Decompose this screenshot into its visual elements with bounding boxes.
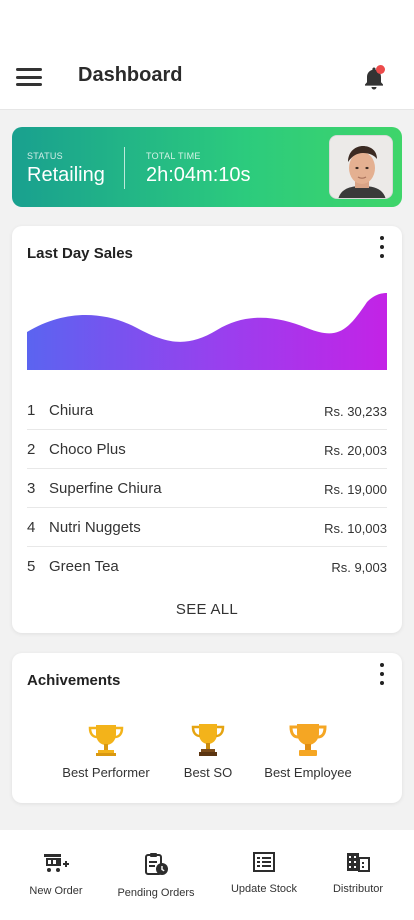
building-icon bbox=[347, 853, 370, 872]
user-avatar[interactable] bbox=[329, 135, 393, 199]
nav-label: New Order bbox=[29, 885, 83, 897]
achievements-card: Achivements Best Performer Best SO Best … bbox=[12, 653, 402, 803]
sales-row[interactable]: 2 Choco Plus Rs. 20,003 bbox=[27, 430, 387, 469]
nav-label: Update Stock bbox=[230, 883, 298, 895]
sales-amount: Rs. 10,003 bbox=[324, 521, 387, 536]
sales-amount: Rs. 9,003 bbox=[331, 560, 387, 575]
achievement-best-employee[interactable]: Best Employee bbox=[248, 719, 368, 780]
notification-bell-icon[interactable] bbox=[360, 64, 388, 92]
sales-product-name: Choco Plus bbox=[49, 441, 126, 458]
sales-rank: 3 bbox=[27, 480, 36, 497]
list-icon bbox=[253, 852, 275, 872]
nav-distributor[interactable]: Distributor bbox=[308, 852, 408, 895]
status-card: STATUS Retailing TOTAL TIME 2h:04m:10s bbox=[12, 127, 402, 207]
nav-pending-orders[interactable]: Pending Orders bbox=[106, 852, 206, 899]
sales-rank: 1 bbox=[27, 402, 36, 419]
sales-row[interactable]: 3 Superfine Chiura Rs. 19,000 bbox=[27, 469, 387, 508]
nav-update-stock[interactable]: Update Stock bbox=[214, 852, 314, 895]
status-value: Retailing bbox=[27, 164, 105, 186]
sales-rank: 5 bbox=[27, 558, 36, 575]
sales-row[interactable]: 4 Nutri Nuggets Rs. 10,003 bbox=[27, 508, 387, 547]
sales-product-name: Superfine Chiura bbox=[49, 480, 162, 497]
nav-new-order[interactable]: New Order bbox=[6, 852, 106, 897]
total-time-value: 2h:04m:10s bbox=[146, 164, 251, 186]
see-all-button[interactable]: SEE ALL bbox=[12, 601, 402, 618]
total-time-label: TOTAL TIME bbox=[146, 151, 201, 161]
sales-wave-graphic bbox=[27, 293, 387, 370]
status-label: STATUS bbox=[27, 151, 63, 161]
trophy-icon bbox=[191, 724, 225, 756]
sales-more-options-icon[interactable] bbox=[378, 236, 386, 260]
last-day-sales-card: Last Day Sales 1 Chiura Rs. 30,233 2 Cho… bbox=[12, 226, 402, 633]
clipboard-clock-icon bbox=[145, 853, 168, 875]
achievement-label: Best Employee bbox=[264, 765, 352, 780]
status-divider bbox=[124, 147, 125, 189]
add-cart-icon bbox=[44, 854, 69, 872]
sales-product-name: Green Tea bbox=[49, 558, 119, 575]
sales-amount: Rs. 20,003 bbox=[324, 443, 387, 458]
notification-dot bbox=[376, 65, 385, 74]
sales-amount: Rs. 30,233 bbox=[324, 404, 387, 419]
sales-rank: 4 bbox=[27, 519, 36, 536]
achievements-more-options-icon[interactable] bbox=[378, 663, 386, 687]
top-app-bar: Dashboard bbox=[0, 0, 414, 110]
sales-product-name: Chiura bbox=[49, 402, 94, 419]
trophy-icon bbox=[289, 724, 327, 756]
sales-rank: 2 bbox=[27, 441, 36, 458]
nav-label: Pending Orders bbox=[117, 887, 195, 899]
hamburger-menu-icon[interactable] bbox=[16, 68, 42, 86]
sales-amount: Rs. 19,000 bbox=[324, 482, 387, 497]
sales-card-title: Last Day Sales bbox=[27, 245, 133, 262]
achievements-card-title: Achivements bbox=[27, 672, 121, 689]
sales-product-name: Nutri Nuggets bbox=[49, 519, 141, 536]
sales-list: 1 Chiura Rs. 30,233 2 Choco Plus Rs. 20,… bbox=[27, 391, 387, 586]
nav-label: Distributor bbox=[332, 883, 384, 895]
sales-row[interactable]: 1 Chiura Rs. 30,233 bbox=[27, 391, 387, 430]
bottom-navigation: New Order Pending Orders Update Stock Di… bbox=[0, 830, 414, 920]
sales-row[interactable]: 5 Green Tea Rs. 9,003 bbox=[27, 547, 387, 586]
page-title: Dashboard bbox=[78, 64, 183, 86]
trophy-icon bbox=[88, 725, 124, 756]
